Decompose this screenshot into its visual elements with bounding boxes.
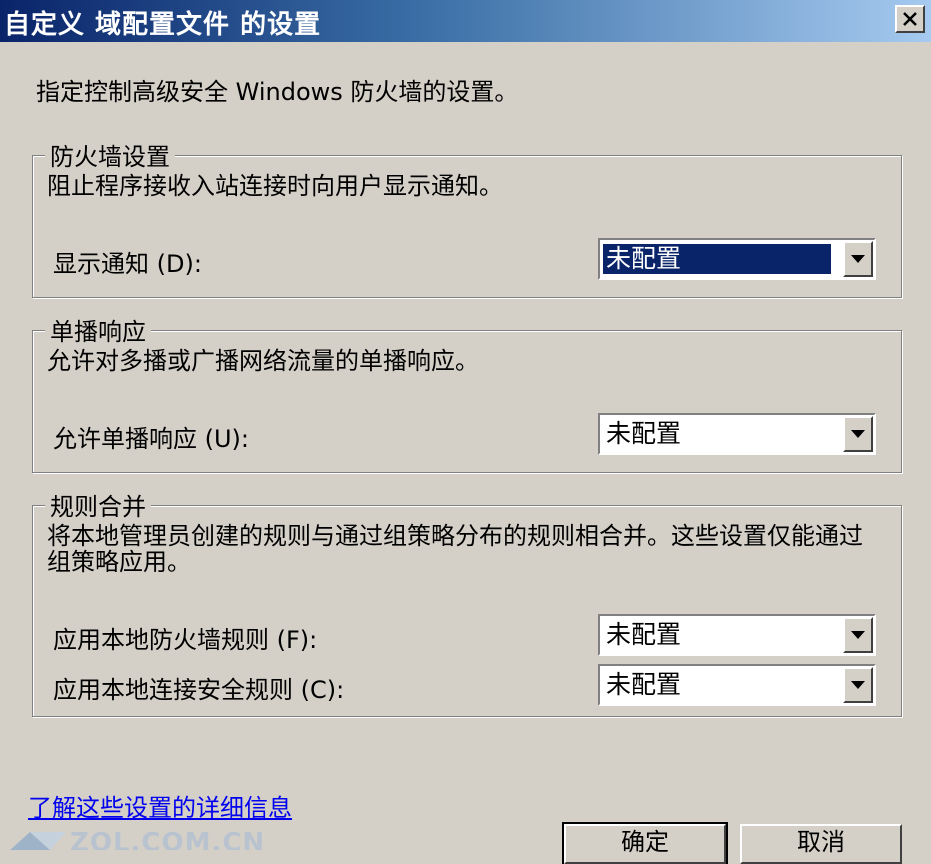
firewall-settings-description: 阻止程序接收入站连接时向用户显示通知。: [47, 172, 503, 200]
unicast-response-group: 单播响应 允许对多播或广播网络流量的单播响应。 允许单播响应 (U): 未配置: [32, 312, 902, 473]
allow-unicast-label: 允许单播响应 (U):: [53, 425, 250, 453]
apply-connection-security-rules-select[interactable]: 未配置: [598, 664, 876, 706]
allow-unicast-select[interactable]: 未配置: [598, 413, 876, 455]
apply-firewall-rules-select[interactable]: 未配置: [598, 614, 876, 656]
apply-connection-security-rules-dropdown-button[interactable]: [843, 667, 873, 703]
allow-unicast-dropdown-button[interactable]: [843, 416, 873, 452]
window-title: 自定义 域配置文件 的设置: [4, 10, 322, 40]
intro-text: 指定控制高级安全 Windows 防火墙的设置。: [36, 78, 519, 106]
learn-more-link[interactable]: 了解这些设置的详细信息: [28, 788, 292, 823]
apply-connection-security-rules-label: 应用本地连接安全规则 (C):: [53, 676, 345, 704]
apply-connection-security-rules-value: 未配置: [606, 670, 682, 699]
apply-firewall-rules-dropdown-button[interactable]: [843, 617, 873, 653]
rule-merging-description: 将本地管理员创建的规则与通过组策略分布的规则相合并。这些设置仅能通过组策略应用。: [47, 522, 863, 576]
cancel-button[interactable]: 取消: [740, 824, 902, 864]
unicast-response-legend: 单播响应: [45, 312, 151, 347]
watermark-text: ZOL.COM.CN: [70, 828, 266, 850]
unicast-response-description: 允许对多播或广播网络流量的单播响应。: [47, 347, 479, 375]
apply-firewall-rules-value: 未配置: [606, 620, 682, 649]
firewall-settings-group: 防火墙设置 阻止程序接收入站连接时向用户显示通知。 显示通知 (D): 未配置: [32, 137, 902, 298]
zol-watermark: ZOL.COM.CN: [10, 828, 270, 850]
allow-unicast-value: 未配置: [606, 419, 682, 448]
rule-merging-legend: 规则合并: [45, 487, 151, 522]
chevron-down-icon: [851, 430, 865, 438]
show-notifications-dropdown-button[interactable]: [843, 241, 873, 277]
chevron-down-icon: [851, 255, 865, 263]
zol-logo-icon: [10, 832, 66, 850]
close-icon: [903, 12, 917, 26]
title-bar[interactable]: 自定义 域配置文件 的设置: [0, 0, 931, 42]
chevron-down-icon: [851, 681, 865, 689]
ok-button[interactable]: 确定: [562, 822, 728, 864]
rule-merging-group: 规则合并 将本地管理员创建的规则与通过组策略分布的规则相合并。这些设置仅能通过组…: [32, 487, 902, 717]
show-notifications-label: 显示通知 (D):: [53, 250, 202, 278]
apply-firewall-rules-label: 应用本地防火墙规则 (F):: [53, 626, 318, 654]
show-notifications-select[interactable]: 未配置: [598, 238, 876, 280]
show-notifications-value: 未配置: [603, 244, 831, 274]
chevron-down-icon: [851, 631, 865, 639]
close-button[interactable]: [895, 5, 925, 33]
firewall-settings-legend: 防火墙设置: [45, 137, 175, 172]
